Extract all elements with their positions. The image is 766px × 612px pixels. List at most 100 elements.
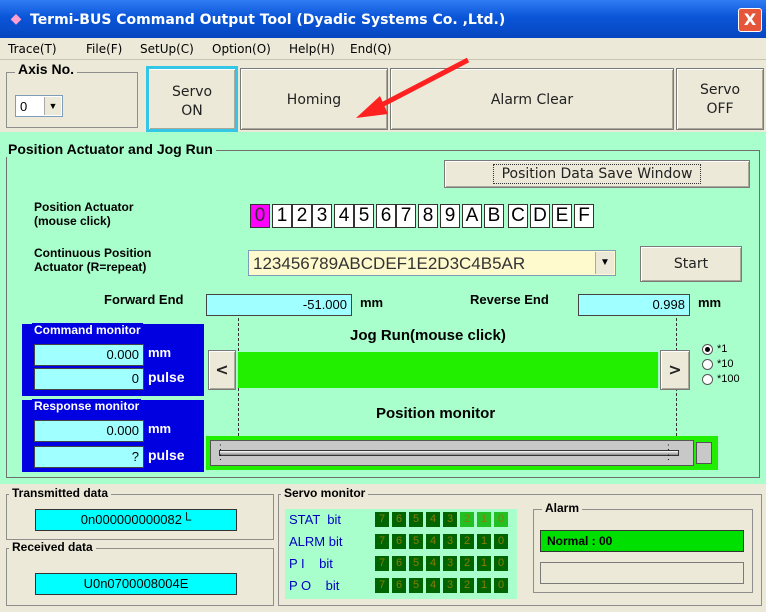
- servo-bit-cell: 5: [409, 578, 423, 593]
- continuous-position-select[interactable]: 123456789ABCDEF1E2D3C4B5AR ▼: [248, 250, 616, 276]
- position-button-2[interactable]: 2: [292, 204, 312, 228]
- position-button-f[interactable]: F: [574, 204, 594, 228]
- servo-bit-cell: 5: [409, 556, 423, 571]
- servo-on-line2: ON: [181, 103, 203, 119]
- menu-file[interactable]: File(F): [86, 42, 122, 56]
- servo-bit-cell: 6: [392, 556, 406, 571]
- menu-help[interactable]: Help(H): [289, 42, 335, 56]
- transmitted-group: Transmitted data 0n000000000082└: [6, 486, 274, 540]
- servo-bit-grid: STAT bit 7 6 5 4 3 2 1 0 ALRM bit 7 6 5 4 3 2 1 0 P I bit 7…: [285, 509, 517, 599]
- position-button-9[interactable]: 9: [440, 204, 460, 228]
- servo-bit-cell: 0: [494, 578, 508, 593]
- servo-on-line1: Servo: [171, 84, 213, 100]
- position-button-1[interactable]: 1: [272, 204, 292, 228]
- servo-bit-row: STAT bit 7 6 5 4 3 2 1 0: [285, 509, 517, 529]
- alarm-detail-field: [540, 562, 744, 584]
- servo-bit-cell: 3: [443, 512, 457, 527]
- menu-setup[interactable]: SetUp(C): [140, 42, 194, 56]
- start-button[interactable]: Start: [640, 246, 742, 282]
- position-button-d[interactable]: D: [530, 204, 550, 228]
- position-monitor-label: Position monitor: [376, 405, 496, 422]
- command-monitor: Command monitor 0.000 mm 0 pulse: [22, 323, 204, 396]
- status-area: Transmitted data 0n000000000082└ Receive…: [0, 484, 766, 612]
- scale-option-10[interactable]: *10: [702, 357, 740, 372]
- servo-on-button[interactable]: Servo ON: [146, 66, 238, 132]
- position-monitor-frame: :: ::: [206, 436, 718, 470]
- menu-trace[interactable]: Trace(T): [8, 42, 57, 56]
- reverse-end-field[interactable]: 0.998: [578, 294, 690, 316]
- servo-bit-cell: 1: [477, 512, 491, 527]
- save-button-label: Position Data Save Window: [492, 164, 702, 184]
- position-button-b[interactable]: B: [484, 204, 504, 228]
- menu-end[interactable]: End(Q): [350, 42, 392, 56]
- servo-bit-cell: 2: [460, 556, 474, 571]
- position-actuator-label: Position Actuator (mouse click): [34, 200, 134, 228]
- position-data-save-button[interactable]: Position Data Save Window: [444, 160, 750, 188]
- servo-bit-cell: 0: [494, 556, 508, 571]
- position-slider-handle[interactable]: [696, 442, 712, 464]
- servo-bit-cell: 4: [426, 534, 440, 549]
- position-monitor-track: :: ::: [210, 440, 694, 466]
- jog-right-button[interactable]: >: [660, 350, 690, 390]
- received-label: Received data: [9, 540, 96, 554]
- position-rail: [219, 450, 679, 456]
- scale-option-1[interactable]: *1: [702, 342, 740, 357]
- position-button-7[interactable]: 7: [396, 204, 416, 228]
- servo-bit-row-label: P I bit: [289, 556, 333, 571]
- scale-option-100[interactable]: *100: [702, 372, 740, 387]
- position-button-0[interactable]: 0: [250, 204, 270, 228]
- command-pulse-field: 0: [34, 368, 144, 390]
- axis-select[interactable]: 0 ▼: [15, 95, 63, 117]
- servo-bit-cell: 6: [392, 534, 406, 549]
- radio-icon[interactable]: [702, 358, 713, 370]
- radio-icon[interactable]: [702, 373, 713, 385]
- position-button-a[interactable]: A: [462, 204, 482, 228]
- position-button-c[interactable]: C: [508, 204, 528, 228]
- position-button-6[interactable]: 6: [376, 204, 396, 228]
- servo-bit-cell: 0: [494, 534, 508, 549]
- servo-bit-cell: 1: [477, 534, 491, 549]
- jog-run-label: Jog Run(mouse click): [350, 327, 506, 344]
- axis-label: Axis No.: [15, 61, 78, 77]
- position-button-4[interactable]: 4: [334, 204, 354, 228]
- app-window: ◆ Termi-BUS Command Output Tool (Dyadic …: [0, 0, 766, 612]
- response-monitor-label: Response monitor: [32, 399, 142, 413]
- window-title: Termi-BUS Command Output Tool (Dyadic Sy…: [30, 12, 506, 28]
- continuous-label-line2: Actuator (R=repeat): [34, 260, 147, 274]
- position-actuator-label-line1: Position Actuator: [34, 200, 134, 214]
- servo-bit-row-label: P O bit: [289, 578, 340, 593]
- servo-monitor-group: Servo monitor STAT bit 7 6 5 4 3 2 1 0 ALRM bit 7 6…: [278, 486, 762, 606]
- received-group: Received data U0n0700008004E: [6, 540, 274, 606]
- axis-group: Axis No. 0 ▼: [6, 61, 138, 128]
- forward-end-unit: mm: [360, 295, 384, 310]
- servo-off-line2: OFF: [706, 101, 734, 117]
- reverse-end-unit: mm: [698, 295, 722, 310]
- servo-bit-cell: 3: [443, 534, 457, 549]
- servo-bit-cell: 7: [375, 512, 389, 527]
- servo-off-button[interactable]: Servo OFF: [676, 68, 764, 130]
- servo-bit-cell: 5: [409, 512, 423, 527]
- chevron-down-icon[interactable]: ▼: [595, 252, 614, 274]
- command-pulse-unit: pulse: [148, 369, 185, 385]
- continuous-position-label: Continuous Position Actuator (R=repeat): [34, 246, 151, 274]
- scale-radio-group: *1 *10 *100: [702, 342, 740, 387]
- jog-left-button[interactable]: <: [208, 350, 236, 390]
- alarm-label: Alarm: [542, 501, 583, 515]
- position-button-5[interactable]: 5: [354, 204, 374, 228]
- transmitted-label: Transmitted data: [9, 486, 112, 500]
- title-bar: ◆ Termi-BUS Command Output Tool (Dyadic …: [0, 0, 766, 38]
- close-button[interactable]: X: [738, 8, 762, 32]
- position-button-3[interactable]: 3: [312, 204, 332, 228]
- chevron-down-icon[interactable]: ▼: [44, 97, 61, 115]
- forward-end-field[interactable]: -51.000: [206, 294, 352, 316]
- servo-bit-row: ALRM bit 7 6 5 4 3 2 1 0: [285, 531, 517, 551]
- position-button-8[interactable]: 8: [418, 204, 438, 228]
- response-monitor: Response monitor 0.000 mm ? pulse: [22, 399, 204, 472]
- left-marker-icon: ::: [219, 442, 222, 463]
- alarm-status: Normal : 00: [540, 530, 744, 552]
- menu-option[interactable]: Option(O): [212, 42, 271, 56]
- jog-run-bar[interactable]: [238, 352, 658, 388]
- response-mm-field: 0.000: [34, 420, 144, 442]
- position-button-e[interactable]: E: [552, 204, 572, 228]
- radio-icon[interactable]: [702, 343, 713, 355]
